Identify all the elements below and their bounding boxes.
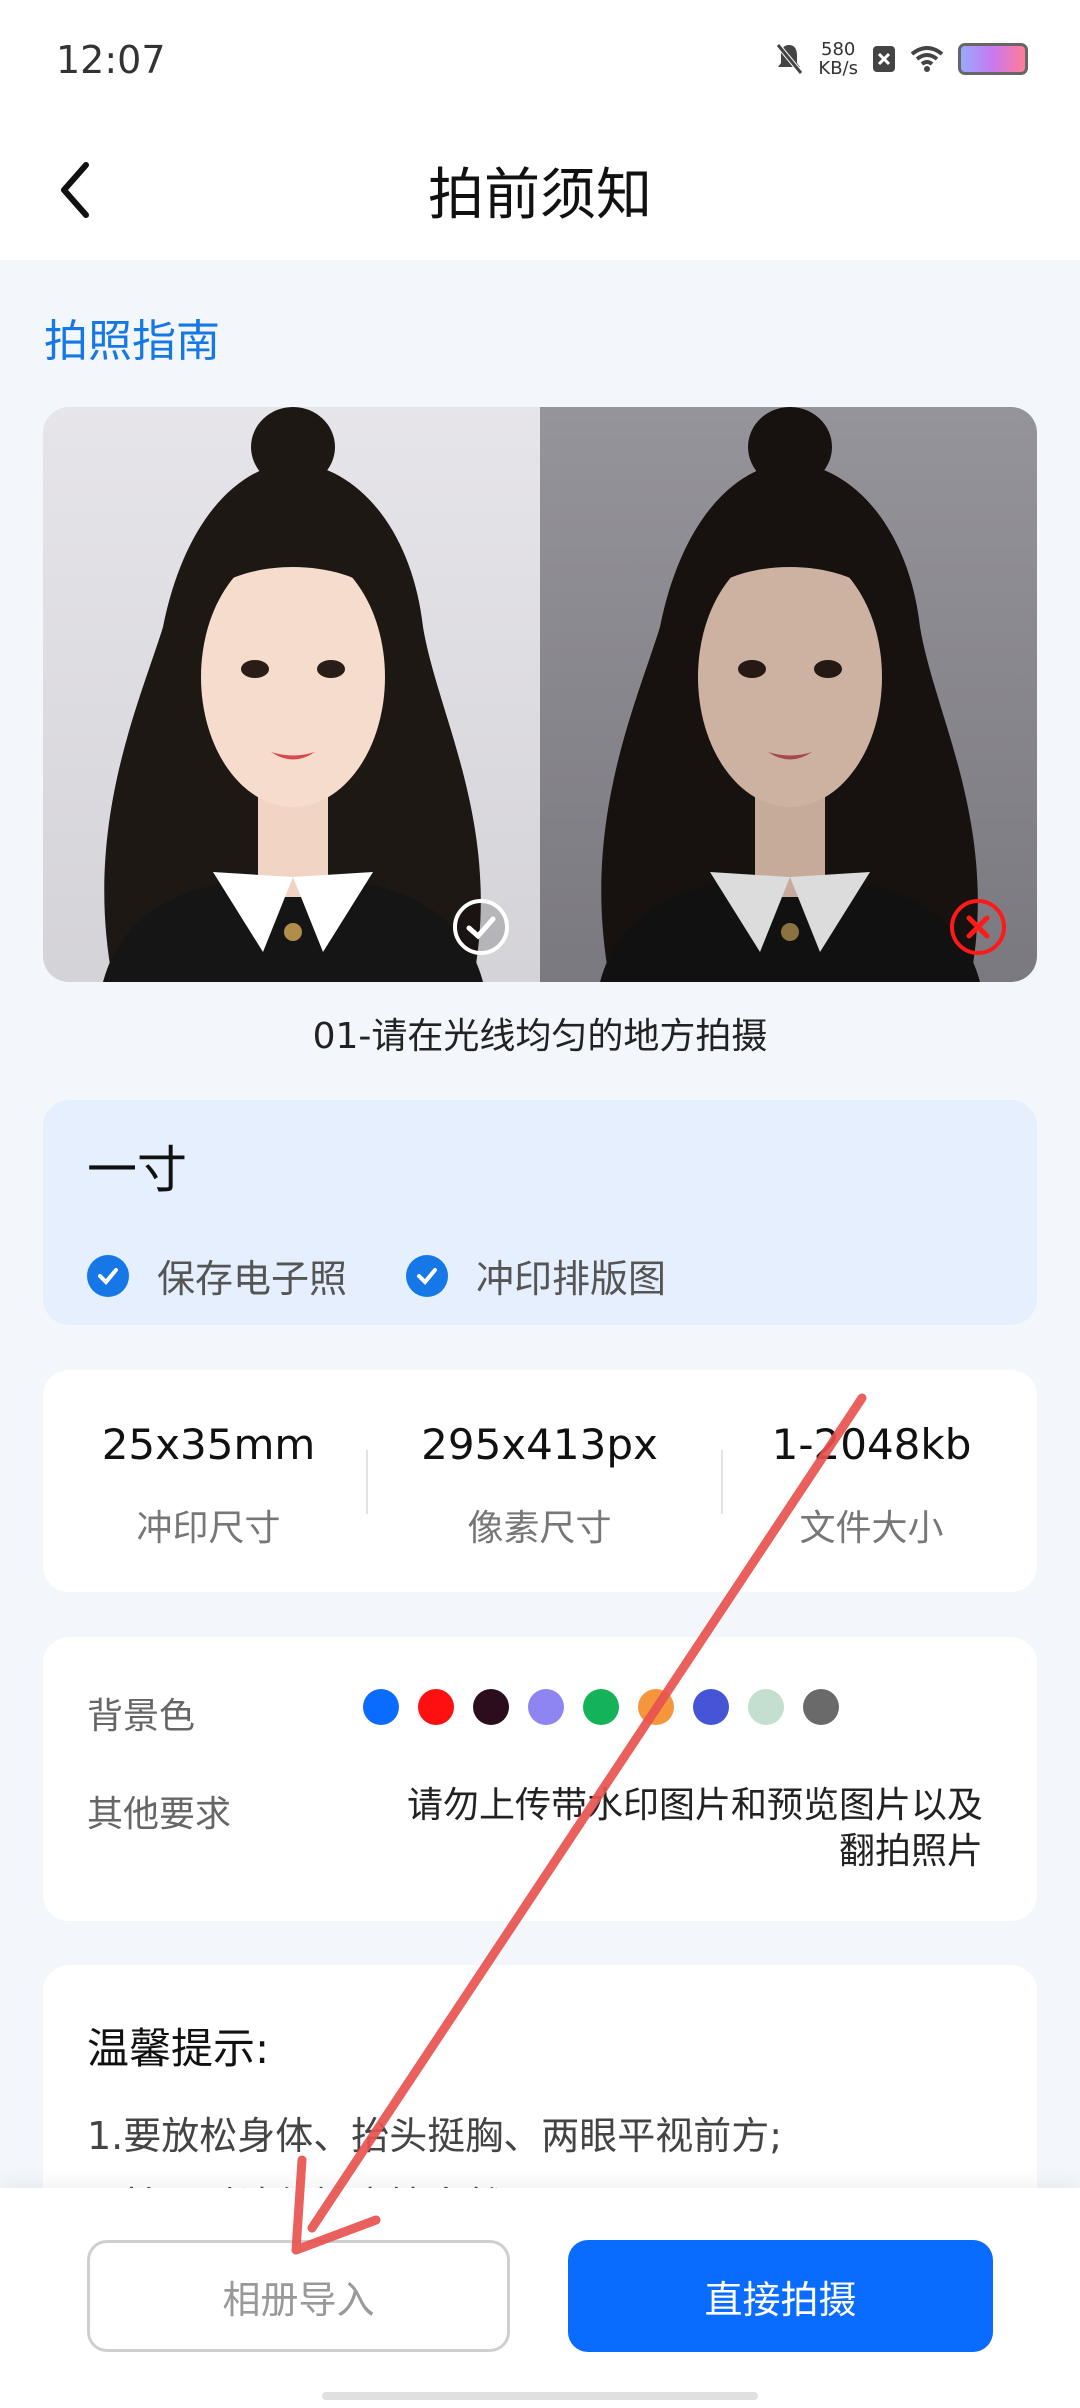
status-icons: 580 KB/s (774, 40, 1028, 78)
correct-example-photo (43, 407, 540, 982)
portrait-illustration (103, 407, 483, 982)
section-title-guide: 拍照指南 (44, 316, 220, 367)
spec-label: 冲印尺寸 (136, 1508, 281, 1549)
option-label: 冲印排版图 (476, 1257, 667, 1301)
divider (366, 1450, 368, 1514)
color-swatch-4 (583, 1689, 619, 1725)
wifi-icon (910, 46, 944, 72)
option-save-electronic[interactable]: 保存电子照 (87, 1248, 347, 1303)
color-swatch-1 (418, 1689, 454, 1725)
spec-value: 1-2048kb (771, 1420, 972, 1469)
option-label: 保存电子照 (157, 1257, 348, 1301)
color-swatch-0 (363, 1689, 399, 1725)
color-swatch-2 (473, 1689, 509, 1725)
size-name: 一寸 (87, 1141, 187, 1199)
spec-label: 文件大小 (799, 1508, 944, 1549)
take-photo-button[interactable]: 直接拍摄 (568, 2240, 993, 2352)
bottom-action-bar: 相册导入 直接拍摄 (0, 2188, 1080, 2408)
spec-file-size: 1-2048kb 文件大小 (706, 1420, 1037, 1551)
mute-bell-icon (776, 43, 804, 75)
spec-pixel-size: 295x413px 像素尺寸 (374, 1420, 705, 1551)
other-requirements-label: 其他要求 (87, 1794, 232, 1835)
color-swatch-3 (528, 1689, 564, 1725)
status-bar: 12:07 580 KB/s (0, 0, 1080, 125)
correct-check-icon (453, 899, 509, 955)
net-speed-unit: KB/s (818, 58, 858, 79)
requirements-card: 背景色 其他要求 请勿上传带水印图片和预览图片以及 翻拍照片 (43, 1637, 1037, 1921)
guide-photo-comparison (43, 407, 1037, 982)
option-print-layout[interactable]: 冲印排版图 (406, 1248, 666, 1303)
no-sim-icon (873, 46, 895, 72)
portrait-illustration-dim (600, 407, 980, 982)
top-app-bar: 拍前须知 (0, 125, 1080, 260)
background-color-label: 背景色 (87, 1696, 196, 1737)
battery-icon (958, 43, 1028, 75)
other-requirements-line: 翻拍照片 (838, 1831, 983, 1872)
color-swatch-7 (748, 1689, 784, 1725)
background-color-swatches (363, 1689, 839, 1725)
net-speed: 580 KB/s (818, 40, 858, 78)
spec-card: 25x35mm 冲印尺寸 295x413px 像素尺寸 1-2048kb 文件大… (43, 1370, 1037, 1592)
other-requirements-text: 请勿上传带水印图片和预览图片以及 翻拍照片 (323, 1783, 983, 1875)
spec-print-size: 25x35mm 冲印尺寸 (43, 1420, 374, 1551)
checkbox-checked-icon[interactable] (406, 1254, 448, 1297)
other-requirements-line: 请勿上传带水印图片和预览图片以及 (406, 1785, 983, 1826)
checkbox-checked-icon[interactable] (87, 1254, 129, 1297)
color-swatch-6 (693, 1689, 729, 1725)
color-swatch-8 (803, 1689, 839, 1725)
spec-value: 295x413px (421, 1420, 658, 1469)
tip-line: 1.要放松身体、抬头挺胸、两眼平视前方; (87, 2114, 783, 2158)
guide-caption: 01-请在光线均匀的地方拍摄 (312, 1016, 768, 1057)
size-card: 一寸 保存电子照 冲印排版图 (43, 1100, 1037, 1325)
spec-label: 像素尺寸 (467, 1508, 612, 1549)
home-indicator (322, 2392, 758, 2400)
page-title: 拍前须知 (428, 163, 652, 228)
incorrect-cross-icon (950, 899, 1006, 955)
incorrect-example-photo (540, 407, 1037, 982)
net-speed-value: 580 (821, 39, 856, 60)
status-time: 12:07 (56, 38, 166, 82)
import-from-album-button[interactable]: 相册导入 (87, 2240, 510, 2352)
spec-value: 25x35mm (101, 1420, 316, 1469)
color-swatch-5 (638, 1689, 674, 1725)
tips-title: 温馨提示: (87, 2024, 270, 2073)
